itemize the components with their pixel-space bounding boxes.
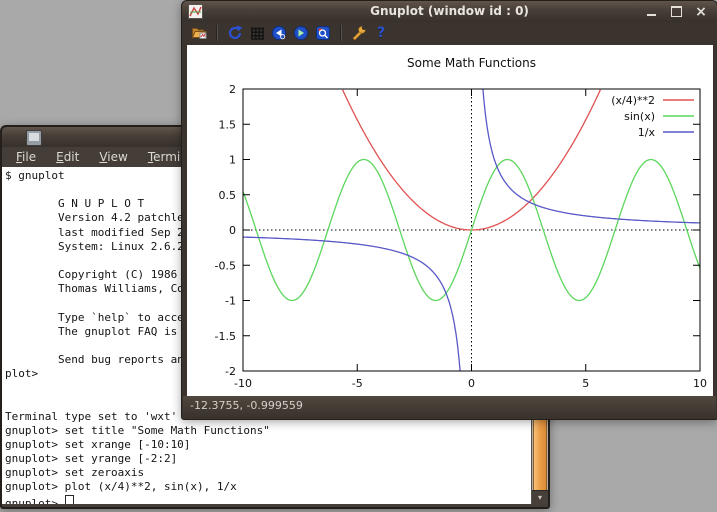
zoom-previous-button[interactable] — [269, 24, 289, 42]
zoom-next-button[interactable] — [291, 24, 311, 42]
svg-text:1: 1 — [229, 154, 236, 167]
terminal-prompt: gnuplot> — [5, 497, 65, 504]
copy-to-clipboard-icon — [191, 25, 208, 41]
gnuplot-status-bar: -12.3755, -0.999559 — [183, 396, 716, 416]
menu-file[interactable]: File — [6, 149, 46, 165]
svg-text:Some Math Functions: Some Math Functions — [407, 56, 536, 70]
toggle-grid-button[interactable] — [247, 24, 267, 42]
svg-text:0.5: 0.5 — [219, 189, 237, 202]
close-icon: × — [695, 6, 707, 18]
svg-text:1/x: 1/x — [638, 126, 656, 139]
menu-view[interactable]: View — [89, 149, 137, 165]
svg-text:0: 0 — [229, 224, 236, 237]
replot-button[interactable] — [225, 24, 245, 42]
toolbar-separator — [216, 25, 218, 41]
desktop: File Edit View Terminal Help $ gnuplot G… — [0, 0, 717, 512]
svg-text:1.5: 1.5 — [219, 118, 237, 131]
function-plot: -10 -5 0 5 10 -2 -1.5 -1 -0.5 0 0.5 1 1.5 2 Some Math … — [187, 45, 713, 397]
svg-text:2: 2 — [229, 83, 236, 96]
replot-icon — [227, 25, 243, 41]
gnuplot-window: Gnuplot (window id : 0) × — [181, 0, 717, 420]
zoom-next-icon — [293, 25, 309, 41]
maximize-icon — [671, 6, 682, 17]
configure-button[interactable] — [349, 24, 369, 42]
svg-text:-5: -5 — [352, 377, 363, 390]
menu-edit[interactable]: Edit — [46, 149, 89, 165]
svg-text:-10: -10 — [234, 377, 252, 390]
svg-text:sin(x): sin(x) — [624, 110, 655, 123]
minimize-icon — [647, 14, 656, 16]
zoom-previous-icon — [271, 25, 287, 41]
grid-icon — [249, 25, 265, 41]
wrench-icon — [351, 25, 367, 41]
help-button[interactable]: ? — [371, 24, 391, 42]
terminal-prompt-line: gnuplot> — [2, 495, 532, 504]
svg-text:-1: -1 — [225, 295, 236, 308]
svg-text:10: 10 — [693, 377, 707, 390]
toolbar-separator — [340, 25, 342, 41]
gnuplot-toolbar: ? — [182, 22, 717, 44]
close-button[interactable]: × — [695, 6, 707, 18]
autoscale-icon — [315, 25, 331, 41]
svg-text:5: 5 — [582, 377, 589, 390]
scrollbar-down-button[interactable]: ▾ — [532, 490, 548, 504]
minimize-button[interactable] — [645, 6, 657, 18]
svg-text:-2: -2 — [225, 365, 236, 378]
svg-text:-0.5: -0.5 — [215, 259, 236, 272]
svg-text:(x/4)**2: (x/4)**2 — [611, 94, 655, 107]
mouse-coordinates: -12.3755, -0.999559 — [190, 399, 303, 412]
gnuplot-title-bar[interactable]: Gnuplot (window id : 0) × — [182, 1, 717, 22]
svg-text:0: 0 — [468, 377, 475, 390]
copy-to-clipboard-button[interactable] — [189, 24, 209, 42]
terminal-window-icon — [26, 130, 42, 146]
help-icon: ? — [377, 25, 385, 41]
maximize-button[interactable] — [670, 6, 682, 18]
gnuplot-window-title: Gnuplot (window id : 0) — [182, 1, 717, 22]
svg-text:-1.5: -1.5 — [215, 330, 236, 343]
terminal-cursor — [65, 495, 74, 504]
autoscale-button[interactable] — [313, 24, 333, 42]
plot-canvas[interactable]: -10 -5 0 5 10 -2 -1.5 -1 -0.5 0 0.5 1 1.5 2 Some Math … — [187, 45, 713, 397]
